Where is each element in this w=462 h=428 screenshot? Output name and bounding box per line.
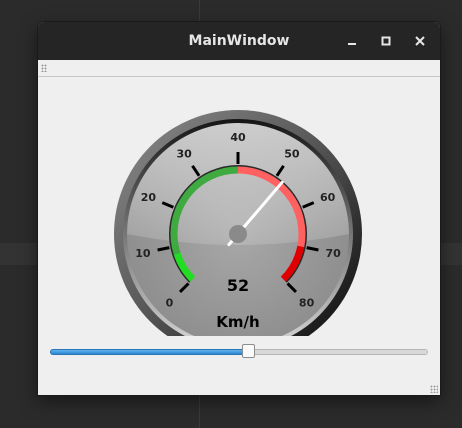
minimize-button[interactable]: [343, 32, 361, 50]
gauge-tick-label: 10: [135, 247, 151, 260]
gauge-tick-label: 60: [320, 191, 336, 204]
speed-gauge: 0 10 20 30 40 50 60 70 80 52 Km/h: [114, 80, 362, 336]
title-bar[interactable]: MainWindow: [38, 22, 440, 60]
gauge-tick-label: 20: [141, 191, 157, 204]
close-button[interactable]: [411, 32, 429, 50]
size-grip[interactable]: [430, 385, 438, 393]
minimize-icon: [348, 43, 356, 45]
close-icon: [415, 36, 425, 46]
gauge-tick-label: 70: [325, 247, 341, 260]
speed-slider[interactable]: [50, 344, 428, 358]
gauge-value: 52: [227, 276, 249, 295]
maximize-button[interactable]: [377, 32, 395, 50]
main-window: MainWindow 0 10 20 30 40 50 60 70 80 52 …: [38, 22, 440, 395]
gauge-tick-label: 0: [166, 297, 174, 310]
gauge-tick-label: 80: [299, 297, 315, 310]
gauge-tick-label: 50: [284, 147, 300, 160]
gauge-tick-label: 40: [230, 131, 246, 144]
gauge-tick-label: 30: [176, 147, 192, 160]
toolbar-area: [38, 60, 440, 77]
slider-handle[interactable]: [242, 344, 255, 358]
maximize-icon: [381, 36, 391, 46]
gauge-unit: Km/h: [216, 313, 259, 331]
toolbar-grip[interactable]: [41, 64, 47, 72]
gauge-graphic: 0 10 20 30 40 50 60 70 80 52 Km/h: [114, 110, 362, 336]
slider-fill: [50, 349, 249, 355]
gauge-needle-hub: [229, 225, 247, 243]
